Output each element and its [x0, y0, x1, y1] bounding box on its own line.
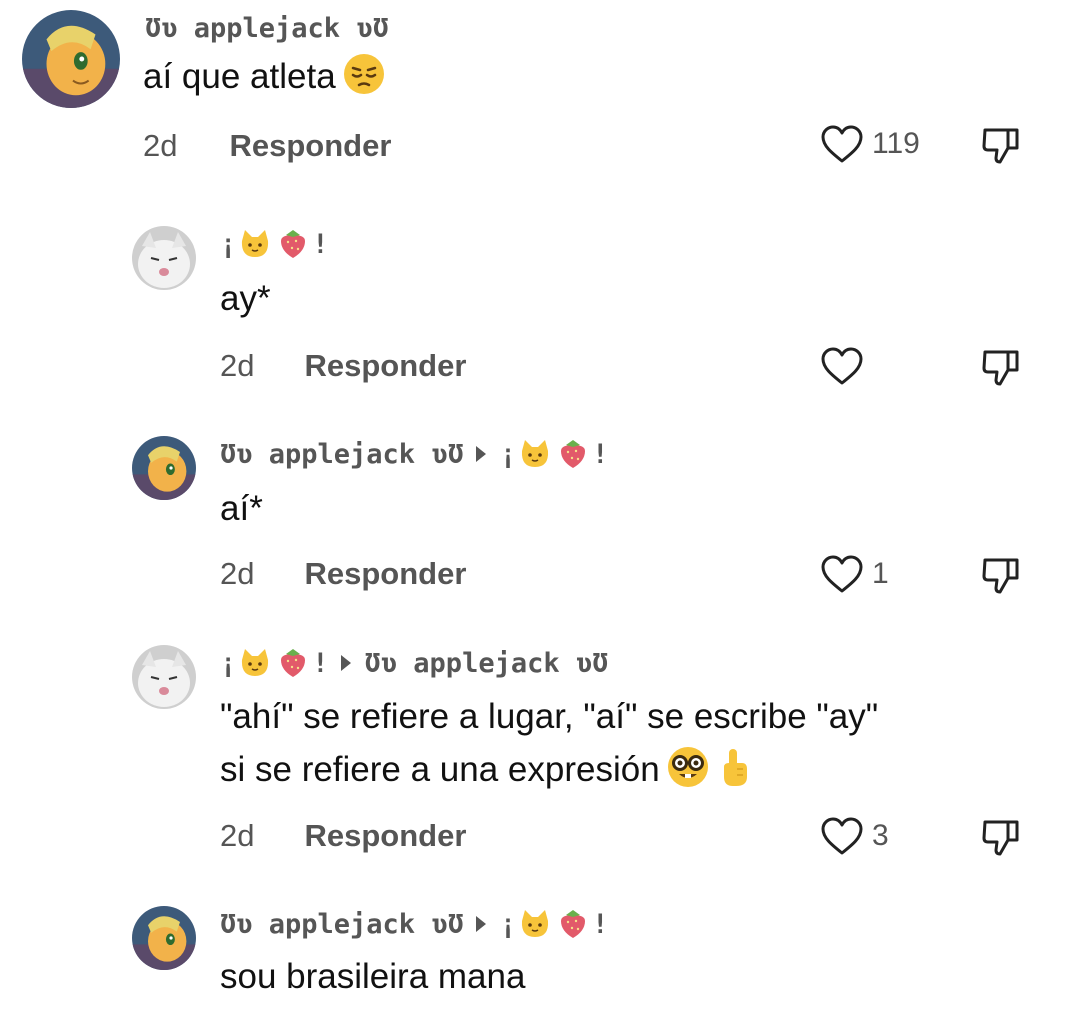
avatar[interactable] — [22, 10, 120, 108]
cat-face-emoji — [238, 646, 272, 680]
heart-outline-icon — [821, 125, 863, 163]
comment-username[interactable]: Ʊʋ applejack ʋƱ — [145, 8, 389, 48]
thumbs-down-outline-icon — [982, 558, 1019, 594]
like-count: 1 — [872, 557, 889, 590]
cat-face-emoji — [518, 437, 552, 471]
reply-meta: 2d Responder — [220, 348, 466, 384]
avatar[interactable] — [132, 645, 196, 709]
like-button[interactable]: 1 — [820, 554, 889, 594]
dislike-button[interactable] — [980, 816, 1022, 858]
nerd-face-emoji — [666, 745, 710, 789]
like-button[interactable]: 3 — [820, 816, 889, 856]
reply-timestamp: 2d — [220, 818, 255, 853]
reply-text: aí* — [220, 489, 263, 528]
cat-face-emoji — [518, 907, 552, 941]
heart-outline-icon — [821, 347, 863, 385]
reply-meta: 2d Responder — [220, 556, 466, 592]
reply-username[interactable]: ¡ ! — [220, 224, 329, 264]
pensive-face-emoji — [342, 52, 386, 96]
reply-button[interactable]: Responder — [304, 818, 466, 854]
reply-text: sou brasileira mana — [220, 957, 526, 996]
strawberry-emoji — [556, 437, 590, 471]
pointing-up-emoji — [712, 745, 756, 789]
comment-meta: 2d Responder — [143, 128, 391, 164]
heart-outline-icon — [821, 555, 863, 593]
dislike-button[interactable] — [980, 346, 1022, 388]
reply-meta: 2d Responder — [220, 818, 466, 854]
strawberry-emoji — [276, 646, 310, 680]
dislike-button[interactable] — [980, 554, 1022, 596]
reply-timestamp: 2d — [220, 556, 255, 591]
thumbs-down-outline-icon — [982, 128, 1019, 164]
reply-text: ay* — [220, 279, 271, 318]
avatar[interactable] — [132, 436, 196, 500]
reply-button[interactable]: Responder — [304, 556, 466, 592]
like-count: 119 — [872, 127, 920, 160]
avatar[interactable] — [132, 226, 196, 290]
strawberry-emoji — [276, 227, 310, 261]
dislike-button[interactable] — [980, 124, 1022, 166]
reply-button[interactable]: Responder — [304, 348, 466, 384]
reply-text: "ahí" se refiere a lugar, "aí" se escrib… — [220, 697, 879, 789]
thumbs-down-outline-icon — [982, 350, 1019, 386]
comment-timestamp: 2d — [143, 128, 178, 163]
cat-face-emoji — [238, 227, 272, 261]
reply-arrow-icon — [475, 446, 486, 462]
heart-outline-icon — [821, 817, 863, 855]
reply-button[interactable]: Responder — [229, 128, 391, 164]
avatar[interactable] — [132, 906, 196, 970]
comment-text: aí que atleta — [143, 50, 386, 103]
reply-username[interactable]: Ʊʋ applejack ʋƱ ¡ ! — [220, 434, 608, 474]
like-button[interactable] — [820, 346, 872, 386]
reply-arrow-icon — [340, 655, 351, 671]
reply-arrow-icon — [475, 916, 486, 932]
reply-username[interactable]: Ʊʋ applejack ʋƱ ¡ ! — [220, 904, 608, 944]
strawberry-emoji — [556, 907, 590, 941]
reply-timestamp: 2d — [220, 348, 255, 383]
reply-username[interactable]: ¡ ! Ʊʋ applejack ʋƱ — [220, 643, 608, 683]
like-count: 3 — [872, 819, 889, 852]
like-button[interactable]: 119 — [820, 124, 920, 164]
thumbs-down-outline-icon — [982, 820, 1019, 856]
